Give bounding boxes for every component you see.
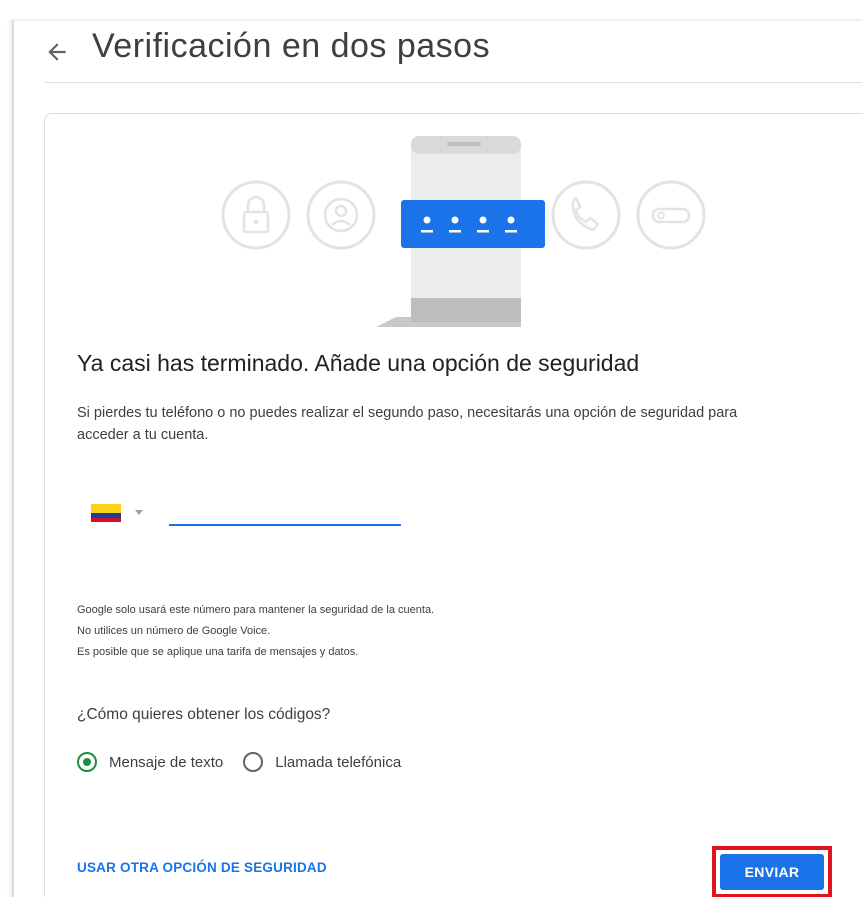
page-title: Verificación en dos pasos [92, 27, 491, 65]
setup-card: Ya casi has terminado. Añade una opción … [44, 113, 863, 897]
account-circle-icon [306, 180, 376, 250]
send-button[interactable]: ENVIAR [720, 854, 824, 890]
phone-notes: Google solo usará este número para mante… [77, 600, 434, 663]
radio-label: Llamada telefónica [275, 753, 402, 771]
radio-button-selected[interactable] [77, 752, 97, 772]
radio-option-text-message[interactable]: Mensaje de texto [77, 752, 223, 772]
lock-icon [221, 180, 291, 250]
code-method-radio-group: Mensaje de texto Llamada telefónica [77, 752, 421, 772]
codes-question: ¿Cómo quieres obtener los códigos? [77, 706, 331, 723]
colombia-flag-icon[interactable] [91, 504, 121, 522]
chevron-down-icon[interactable] [135, 510, 143, 515]
password-dots-icon [401, 200, 545, 248]
window-frame: Verificación en dos pasos Ya casi has te… [12, 20, 863, 897]
radio-option-phone-call[interactable]: Llamada telefónica [243, 752, 401, 772]
radio-button[interactable] [243, 752, 264, 772]
note-line: Es posible que se aplique una tarifa de … [77, 646, 359, 658]
key-icon [636, 180, 706, 250]
page-header: Verificación en dos pasos [44, 21, 862, 83]
use-other-option-link[interactable]: USAR OTRA OPCIÓN DE SEGURIDAD [77, 860, 327, 875]
card-description: Si pierdes tu teléfono o no puedes reali… [77, 405, 738, 443]
security-illustration [221, 136, 706, 327]
arrow-back-icon[interactable] [44, 39, 70, 65]
card-title: Ya casi has terminado. Añade una opción … [77, 350, 640, 376]
radio-label: Mensaje de texto [109, 753, 224, 771]
phone-icon [551, 180, 621, 250]
note-line: Google solo usará este número para mante… [77, 604, 435, 616]
phone-number-row [77, 492, 437, 532]
note-line: No utilices un número de Google Voice. [77, 625, 271, 637]
phone-number-input[interactable] [169, 500, 401, 526]
